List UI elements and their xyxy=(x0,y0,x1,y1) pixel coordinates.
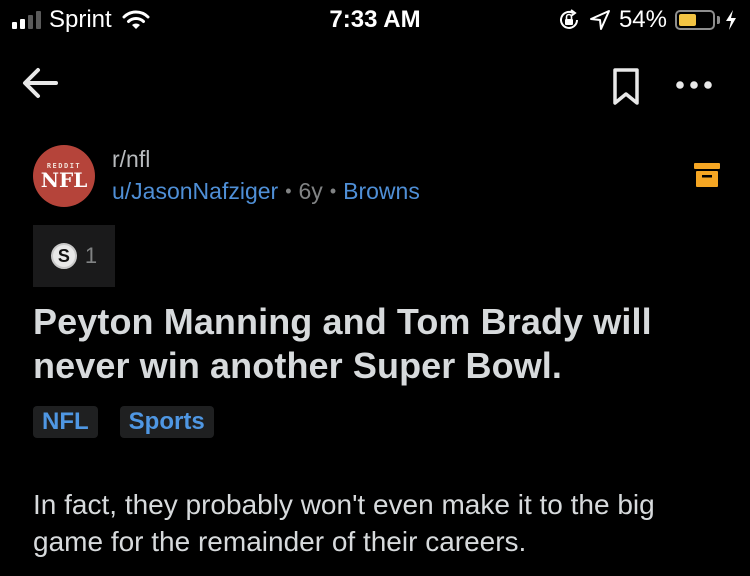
archive-icon xyxy=(694,163,720,187)
bookmark-icon xyxy=(613,68,639,105)
charging-icon xyxy=(726,10,736,30)
award-count: 1 xyxy=(84,243,98,268)
more-options-button[interactable] xyxy=(672,75,716,95)
battery-icon xyxy=(675,10,715,30)
separator-dot: • xyxy=(285,181,292,201)
tag-sports[interactable]: Sports xyxy=(119,406,214,438)
silver-award-icon: S xyxy=(50,243,77,269)
author-flair[interactable]: Browns xyxy=(343,175,420,207)
battery-cap xyxy=(717,16,720,24)
status-right: 54% xyxy=(557,6,738,34)
subreddit-avatar[interactable]: REDDIT NFL xyxy=(33,145,95,207)
post-meta: r/nfl u/JasonNafziger • 6y • Browns xyxy=(112,145,420,207)
back-button[interactable] xyxy=(20,65,60,101)
post-body: In fact, they probably won't even make i… xyxy=(33,489,655,557)
nav-bar xyxy=(0,55,750,115)
post-header: REDDIT NFL r/nfl u/JasonNafziger • 6y • … xyxy=(33,145,733,210)
post-age: 6y xyxy=(298,178,323,204)
post-title: Peyton Manning and Tom Brady will never … xyxy=(33,301,652,386)
author-link[interactable]: u/JasonNafziger xyxy=(112,175,278,207)
battery-fill xyxy=(679,14,697,26)
arrow-left-icon xyxy=(23,68,58,98)
orientation-lock-icon xyxy=(559,9,578,29)
tag-nfl[interactable]: NFL xyxy=(33,406,98,438)
battery-percent: 54% xyxy=(618,6,667,33)
subreddit-link[interactable]: r/nfl xyxy=(112,145,420,173)
avatar-main-text: NFL xyxy=(40,168,88,192)
status-bar: Sprint 7:33 AM 54% xyxy=(0,0,750,40)
bookmark-button[interactable] xyxy=(610,67,642,107)
more-horizontal-icon xyxy=(676,81,712,89)
author-line: u/JasonNafziger • 6y • Browns xyxy=(112,175,420,207)
separator-dot: • xyxy=(329,181,337,201)
location-icon xyxy=(589,10,610,30)
post-tags: NFL Sports xyxy=(33,406,214,438)
award-badge[interactable]: S 1 xyxy=(33,225,115,287)
